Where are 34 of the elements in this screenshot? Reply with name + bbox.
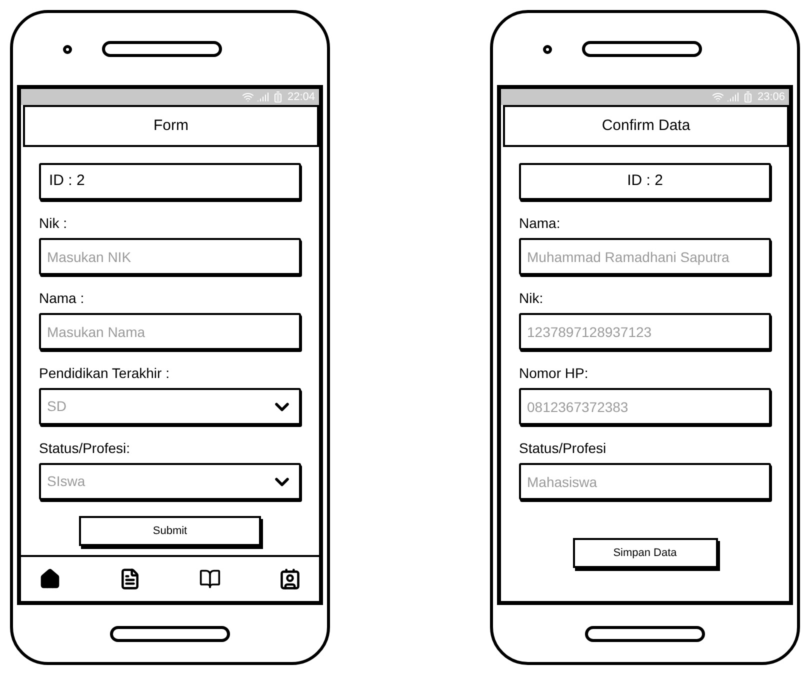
screen-title: Form — [154, 116, 188, 136]
field-label: Status/Profesi — [519, 439, 608, 457]
contact-card-icon[interactable] — [279, 568, 301, 590]
input-field[interactable]: 0812367372383 — [519, 388, 771, 425]
id-box: ID : 2 — [519, 163, 771, 200]
id-box: ID : 2 — [39, 163, 301, 200]
field-label: Nomor HP: — [519, 364, 590, 382]
field-label: Nama: — [519, 214, 562, 232]
input-field[interactable]: Masukan NIK — [39, 238, 301, 275]
speaker-icon — [102, 41, 222, 57]
speaker-icon — [585, 626, 705, 642]
camera-icon — [543, 44, 552, 54]
book-icon[interactable] — [199, 568, 221, 590]
input-field[interactable]: 1237897128937123 — [519, 313, 771, 350]
input-field[interactable]: Muhammad Ramadhani Saputra — [519, 238, 771, 275]
battery-icon — [272, 91, 284, 103]
home-icon[interactable] — [39, 568, 61, 590]
speaker-icon — [110, 626, 230, 642]
input-field[interactable]: Masukan Nama — [39, 313, 301, 350]
screen-title: Confirm Data — [602, 116, 690, 136]
document-icon[interactable] — [119, 568, 141, 590]
input-field[interactable]: Mahasiswa — [519, 463, 771, 500]
camera-icon — [63, 44, 72, 54]
speaker-icon — [582, 41, 702, 57]
submit-button[interactable]: Submit — [79, 516, 261, 546]
field-label: Nik: — [519, 289, 544, 307]
field-label: Status/Profesi: — [39, 439, 132, 457]
signal-icon — [727, 91, 740, 103]
battery-icon — [742, 91, 754, 103]
field-label: Nama : — [39, 289, 86, 307]
save-button[interactable]: Simpan Data — [572, 538, 718, 568]
field-label: Nik : — [39, 214, 68, 232]
signal-icon — [257, 91, 270, 103]
field-label: Pendidikan Terakhir : — [39, 364, 170, 382]
